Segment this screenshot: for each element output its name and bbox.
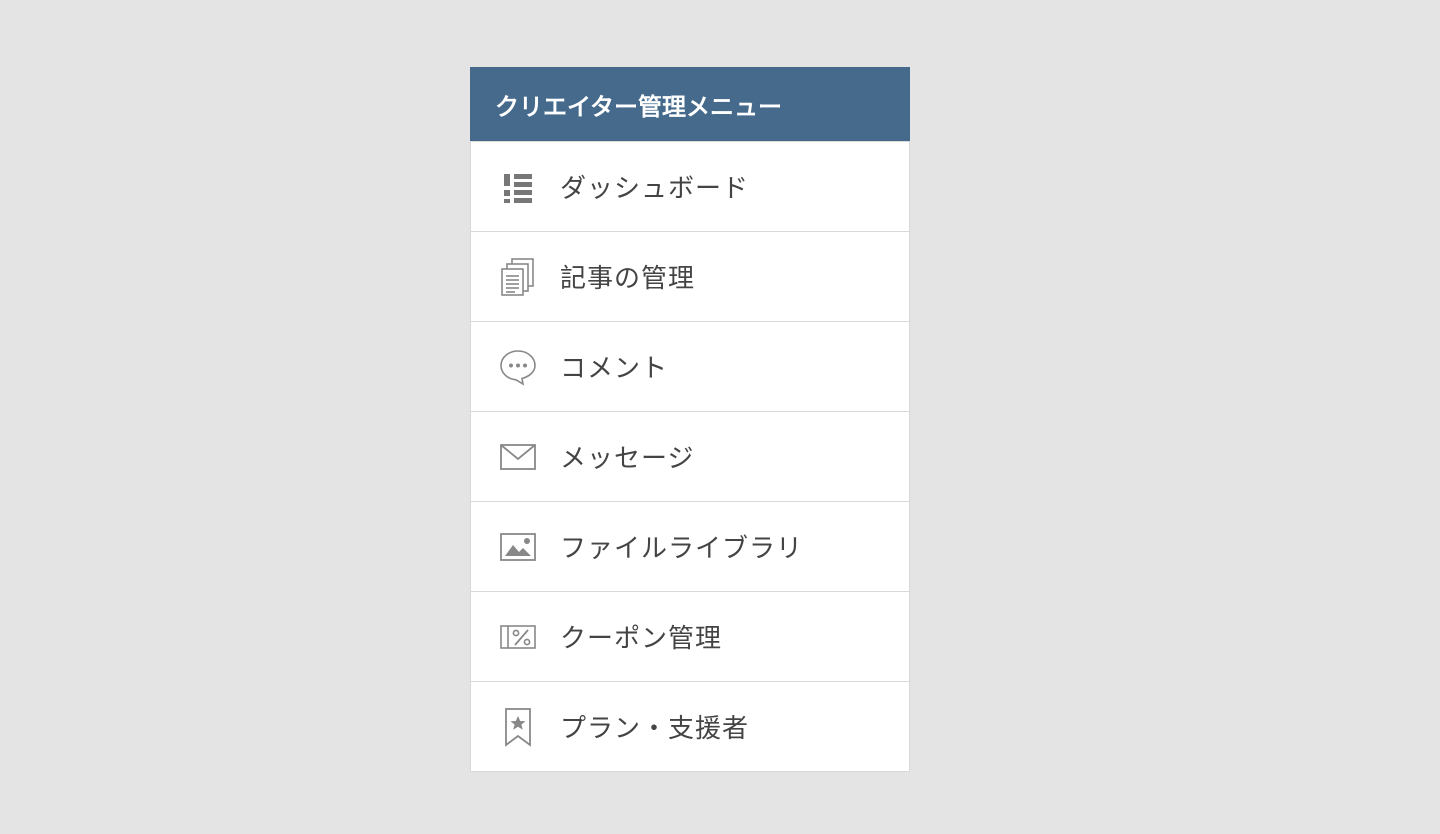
bookmark-star-icon bbox=[498, 707, 538, 747]
menu-item-comments[interactable]: コメント bbox=[471, 321, 909, 411]
dashboard-list-icon bbox=[498, 167, 538, 207]
speech-bubble-icon bbox=[498, 347, 538, 387]
coupon-percent-icon bbox=[498, 617, 538, 657]
menu-item-articles[interactable]: 記事の管理 bbox=[471, 231, 909, 321]
menu-item-label: クーポン管理 bbox=[560, 624, 723, 654]
menu-item-file-library[interactable]: ファイルライブラリ bbox=[471, 501, 909, 591]
menu-item-label: メッセージ bbox=[560, 444, 695, 474]
envelope-icon bbox=[498, 437, 538, 477]
menu-item-plans-supporters[interactable]: プラン・支援者 bbox=[471, 681, 909, 771]
menu-item-dashboard[interactable]: ダッシュボード bbox=[471, 141, 909, 231]
menu-item-label: 記事の管理 bbox=[560, 264, 696, 294]
menu-item-label: プラン・支援者 bbox=[560, 714, 750, 744]
image-icon bbox=[498, 527, 538, 567]
menu-item-messages[interactable]: メッセージ bbox=[471, 411, 909, 501]
menu-item-label: ファイルライブラリ bbox=[560, 534, 804, 564]
menu-item-label: コメント bbox=[560, 354, 669, 384]
menu-item-coupons[interactable]: クーポン管理 bbox=[471, 591, 909, 681]
menu-title: クリエイター管理メニュー bbox=[470, 67, 910, 141]
documents-icon bbox=[498, 257, 538, 297]
creator-management-menu: クリエイター管理メニュー ダッシュボード 記事の管理 コメント メッセージ ファ… bbox=[470, 67, 910, 772]
menu-item-label: ダッシュボード bbox=[560, 174, 750, 204]
